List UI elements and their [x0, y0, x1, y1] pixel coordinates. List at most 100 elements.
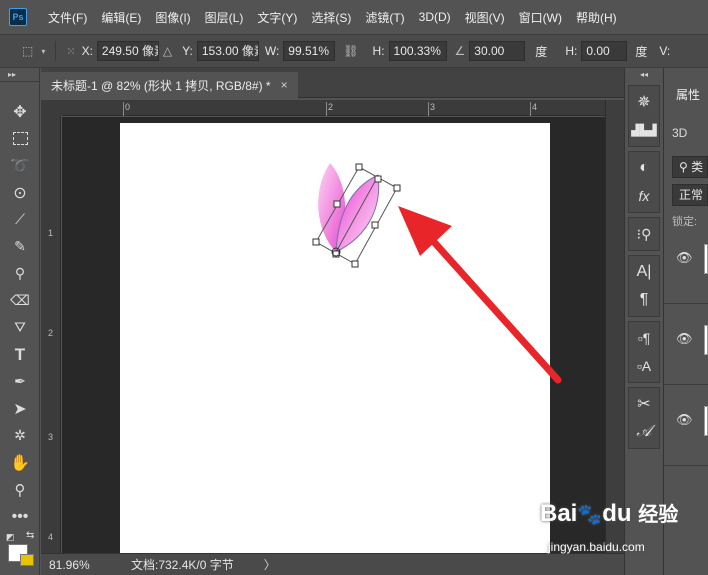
menu-edit[interactable]: 编辑(E): [94, 9, 148, 26]
menu-image[interactable]: 图像(I): [148, 9, 197, 26]
zoom-tool-icon[interactable]: ⚲: [0, 476, 40, 503]
menu-filter[interactable]: 滤镜(T): [358, 9, 411, 26]
collapse-panels-icon[interactable]: ◂◂: [625, 68, 663, 82]
clone-source-icon[interactable]: ⁝⚲: [629, 220, 659, 248]
eraser-tool-icon[interactable]: ⌫: [0, 287, 40, 314]
h-skew-field[interactable]: 0.00: [581, 41, 628, 61]
x-position-field[interactable]: 249.50 像素: [96, 41, 159, 61]
brush-tool-icon[interactable]: ✎: [0, 233, 40, 260]
menu-help[interactable]: 帮助(H): [569, 9, 624, 26]
default-colors-icon[interactable]: ◩: [6, 532, 15, 543]
menu-window[interactable]: 窗口(W): [512, 9, 569, 26]
menu-bar: Ps 文件(F) 编辑(E) 图像(I) 图层(L) 文字(Y) 选择(S) 滤…: [0, 0, 708, 34]
swap-colors-icon[interactable]: ⇆: [26, 530, 34, 541]
layer-filter-search[interactable]: ⚲ 类: [672, 156, 708, 178]
transform-tool-icon[interactable]: ⬚: [22, 44, 33, 58]
layer-row[interactable]: 👁: [664, 305, 708, 385]
h-skew-label: H:: [565, 44, 578, 58]
ruler-left-label: 1: [48, 228, 54, 238]
custom-shape-tool-icon[interactable]: ✲: [0, 422, 40, 449]
menu-select[interactable]: 选择(S): [304, 9, 358, 26]
blend-mode-select[interactable]: 正常: [672, 184, 708, 206]
character-icon[interactable]: A|: [629, 258, 659, 286]
y-position-field[interactable]: 153.00 像素: [196, 41, 259, 61]
rotation-angle-field[interactable]: 30.00: [469, 41, 526, 61]
navigator-icon[interactable]: ✵: [629, 88, 659, 116]
lasso-tool-icon[interactable]: ➰: [0, 152, 40, 179]
tab-3d[interactable]: 3D: [672, 120, 708, 146]
move-tool-icon[interactable]: ✥: [0, 98, 40, 125]
horizontal-ruler: 0 2 3 4: [62, 100, 605, 116]
toolbox: ▸▸ ✥ ➰ ⊙ ⟋ ✎ ⚲ ⌫ ⛛ T ✒ ➤ ✲ ✋ ⚲ ••• ◩ ⇆: [0, 68, 40, 575]
paint-bucket-tool-icon[interactable]: ⛛: [0, 314, 40, 341]
baidu-jingyan-watermark: Bai🐾du 经验 jingyan.baidu.com: [536, 498, 706, 560]
tab-properties[interactable]: 属性: [664, 82, 708, 110]
panel-group: ⁝⚲: [628, 217, 660, 251]
visibility-eye-icon[interactable]: 👁: [676, 250, 693, 266]
color-swatches: ◩ ⇆: [0, 530, 39, 570]
marquee-tool-icon[interactable]: [0, 125, 40, 152]
vertical-scrollbar[interactable]: [605, 100, 624, 553]
ruler-top-label: 2: [328, 102, 334, 112]
type-tool-icon[interactable]: T: [0, 341, 40, 368]
photoshop-logo-icon: Ps: [9, 8, 27, 26]
reference-point-icon[interactable]: ⁙: [66, 45, 75, 58]
angle-icon: ∠: [454, 44, 466, 58]
panel-group: A| ¶: [628, 255, 660, 317]
collapse-toolbox-icon[interactable]: ▸▸: [0, 68, 39, 82]
layer-thumbnail: [704, 406, 708, 436]
paragraph-icon[interactable]: ¶: [629, 286, 659, 314]
menu-layer[interactable]: 图层(L): [198, 9, 251, 26]
glyphs-icon[interactable]: 𝒜: [629, 418, 659, 446]
panel-group: ◐ fx: [628, 151, 660, 213]
height-field[interactable]: 100.33%: [388, 41, 447, 61]
document-tab[interactable]: 未标题-1 @ 82% (形状 1 拷贝, RGB/8#) * ×: [41, 72, 298, 98]
more-tools-icon[interactable]: •••: [0, 503, 40, 530]
chevron-down-icon[interactable]: ▾: [41, 47, 45, 56]
layer-row[interactable]: 👁: [664, 386, 708, 466]
y-label: Y:: [182, 44, 193, 58]
quick-selection-tool-icon[interactable]: ⊙: [0, 179, 40, 206]
v-skew-label: V:: [659, 44, 671, 58]
background-color-swatch[interactable]: [20, 554, 34, 566]
watermark-brand-2: du: [602, 500, 632, 527]
h-label: H:: [372, 44, 385, 58]
options-bar: ⬚ ▾ ⁙ X: 249.50 像素 △ Y: 153.00 像素 W: 99.…: [0, 34, 708, 68]
h-skew-unit: 度: [635, 44, 648, 59]
link-icon[interactable]: ⛓: [343, 44, 358, 58]
close-tab-icon[interactable]: ×: [281, 78, 288, 92]
status-menu-arrow-icon[interactable]: 〉: [264, 556, 276, 573]
layer-row[interactable]: 👁: [664, 224, 708, 304]
width-field[interactable]: 99.51%: [283, 41, 336, 61]
panel-group: ✂ 𝒜: [628, 387, 660, 449]
visibility-eye-icon[interactable]: 👁: [676, 331, 693, 347]
tool-presets-icon[interactable]: ✂: [629, 390, 659, 418]
watermark-cn: 经验: [638, 504, 679, 526]
menu-file[interactable]: 文件(F): [41, 9, 94, 26]
menu-3d[interactable]: 3D(D): [412, 10, 458, 24]
styles-icon[interactable]: fx: [629, 182, 659, 210]
angle-unit: 度: [535, 44, 548, 59]
hand-tool-icon[interactable]: ✋: [0, 449, 40, 476]
layer-thumbnail: [704, 325, 708, 355]
delta-icon[interactable]: △: [163, 44, 172, 58]
pen-tool-icon[interactable]: ✒: [0, 368, 40, 395]
document-tab-title: 未标题-1 @ 82% (形状 1 拷贝, RGB/8#) *: [51, 78, 271, 93]
menu-type[interactable]: 文字(Y): [250, 9, 304, 26]
watermark-brand: Bai: [540, 500, 578, 527]
visibility-eye-icon[interactable]: 👁: [676, 412, 693, 428]
ruler-left-label: 4: [48, 532, 54, 542]
eyedropper-tool-icon[interactable]: ⟋: [0, 206, 40, 233]
layer-thumbnail: [704, 244, 708, 274]
ruler-top-label: 4: [532, 102, 538, 112]
zoom-level[interactable]: 81.96%: [49, 558, 111, 572]
document-canvas[interactable]: [120, 123, 550, 553]
histogram-icon[interactable]: ▟▙▟: [629, 116, 659, 144]
clone-stamp-tool-icon[interactable]: ⚲: [0, 260, 40, 287]
path-selection-tool-icon[interactable]: ➤: [0, 395, 40, 422]
menu-view[interactable]: 视图(V): [458, 9, 512, 26]
x-label: X:: [81, 44, 93, 58]
character-styles-icon[interactable]: ▫A: [629, 352, 659, 380]
adjustments-icon[interactable]: ◐: [629, 154, 659, 182]
paragraph-styles-icon[interactable]: ▫¶: [629, 324, 659, 352]
